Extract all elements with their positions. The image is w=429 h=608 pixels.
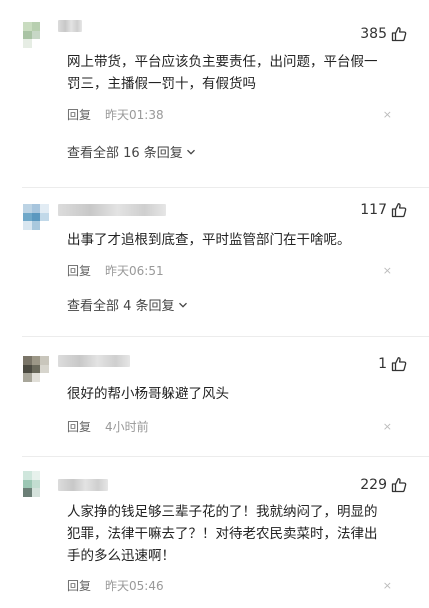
avatar-tile <box>40 221 49 230</box>
chevron-down-icon <box>186 149 195 155</box>
avatar-tile <box>23 364 32 374</box>
comment-item: 1 很好的帮小杨哥躲避了风头 回复 4小时前 × <box>0 337 429 457</box>
comment-text: 网上带货，平台应该负主要责任，出问题，平台假一 罚三，主播假一罚十，有假货吗 <box>67 54 378 92</box>
like-area[interactable]: 229 <box>360 477 407 493</box>
avatar-tile <box>23 212 32 222</box>
comment-meta: 回复 昨天06:51 <box>67 262 164 279</box>
comment-meta: 回复 4小时前 <box>67 418 149 435</box>
reply-button[interactable]: 回复 <box>67 418 91 435</box>
chevron-down-icon <box>178 302 187 308</box>
avatar-tile <box>40 479 49 489</box>
avatar-tile <box>31 373 41 382</box>
close-icon[interactable]: × <box>383 579 392 592</box>
avatar[interactable] <box>23 471 49 497</box>
view-all-replies-button[interactable]: 查看全部 4 条回复 <box>67 295 188 314</box>
avatar-tile <box>40 364 49 374</box>
close-icon[interactable]: × <box>383 420 392 433</box>
avatar[interactable] <box>23 204 49 230</box>
comment-text: 很好的帮小杨哥躲避了风头 <box>67 386 229 402</box>
comment-item: 385 网上带货，平台应该负主要责任，出问题，平台假一 罚三，主播假一罚十，有假… <box>0 0 429 190</box>
like-count: 117 <box>360 202 387 218</box>
username-blurred[interactable] <box>58 20 82 32</box>
avatar-tile <box>40 30 49 40</box>
username-blurred[interactable] <box>58 204 166 216</box>
username-blurred[interactable] <box>58 355 130 367</box>
avatar-tile <box>40 356 49 365</box>
avatar-tile <box>23 204 32 213</box>
timestamp: 4小时前 <box>105 420 149 434</box>
avatar-tile <box>40 471 49 480</box>
avatar-tile <box>31 356 41 365</box>
avatar-tile <box>23 22 32 31</box>
avatar-tile <box>31 479 41 489</box>
avatar-tile <box>23 221 32 230</box>
timestamp: 昨天06:51 <box>105 264 164 278</box>
comment-text: 出事了才追根到底查，平时监管部门在干啥呢。 <box>67 232 351 248</box>
thumbs-up-icon[interactable] <box>391 202 407 218</box>
avatar-tile <box>40 39 49 48</box>
reply-button[interactable]: 回复 <box>67 262 91 279</box>
view-all-replies-button[interactable]: 查看全部 16 条回复 <box>67 142 196 161</box>
like-area[interactable]: 385 <box>360 26 407 42</box>
avatar-tile <box>31 364 41 374</box>
avatar-tile <box>31 212 41 222</box>
comment-item: 117 出事了才追根到底查，平时监管部门在干啥呢。 回复 昨天06:51 × 查… <box>0 190 429 337</box>
avatar-tile <box>31 488 41 497</box>
reply-button[interactable]: 回复 <box>67 106 91 123</box>
close-icon[interactable]: × <box>383 108 392 121</box>
avatar-tile <box>23 30 32 40</box>
thumbs-up-icon[interactable] <box>391 26 407 42</box>
comment-text: 人家挣的钱足够三辈子花的了！我就纳闷了，明显的 犯罪，法律干嘛去了？！对待老农民… <box>67 504 378 564</box>
avatar-tile <box>23 39 32 48</box>
close-icon[interactable]: × <box>383 264 392 277</box>
view-all-replies-label: 查看全部 4 条回复 <box>67 299 175 314</box>
timestamp: 昨天05:46 <box>105 579 164 593</box>
avatar-tile <box>31 22 41 31</box>
avatar-tile <box>40 488 49 497</box>
avatar-tile <box>40 22 49 31</box>
like-area[interactable]: 117 <box>360 202 407 218</box>
like-area[interactable]: 1 <box>378 356 407 372</box>
like-count: 229 <box>360 477 387 493</box>
comment-meta: 回复 昨天01:38 <box>67 106 164 123</box>
view-all-replies-label: 查看全部 16 条回复 <box>67 146 183 161</box>
thumbs-up-icon[interactable] <box>391 477 407 493</box>
like-count: 385 <box>360 26 387 42</box>
avatar[interactable] <box>23 356 49 382</box>
avatar-tile <box>23 479 32 489</box>
thumbs-up-icon[interactable] <box>391 356 407 372</box>
divider <box>22 187 429 188</box>
username-blurred[interactable] <box>58 479 108 491</box>
avatar-tile <box>40 212 49 222</box>
avatar-tile <box>31 39 41 48</box>
avatar-tile <box>23 471 32 480</box>
like-count: 1 <box>378 356 387 372</box>
avatar-tile <box>23 373 32 382</box>
avatar-tile <box>40 373 49 382</box>
avatar-tile <box>31 30 41 40</box>
timestamp: 昨天01:38 <box>105 108 164 122</box>
comment-item: 229 人家挣的钱足够三辈子花的了！我就纳闷了，明显的 犯罪，法律干嘛去了？！对… <box>0 457 429 608</box>
avatar-tile <box>31 221 41 230</box>
avatar-tile <box>40 204 49 213</box>
avatar-tile <box>31 471 41 480</box>
avatar-tile <box>31 204 41 213</box>
avatar[interactable] <box>23 22 49 48</box>
reply-button[interactable]: 回复 <box>67 577 91 594</box>
comment-meta: 回复 昨天05:46 <box>67 577 164 594</box>
avatar-tile <box>23 356 32 365</box>
avatar-tile <box>23 488 32 497</box>
